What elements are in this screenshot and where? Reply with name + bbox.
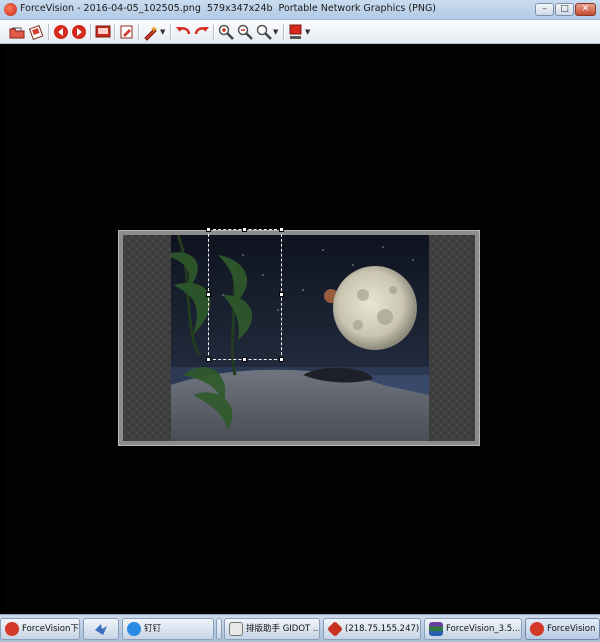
previous-icon[interactable] [52, 23, 70, 41]
toolbar-separator [170, 24, 172, 40]
title-bar: ForceVision - 2016-04-05_102505.png 579x… [0, 0, 600, 20]
selection-handle[interactable] [206, 357, 211, 362]
remote-icon [327, 621, 343, 637]
taskbar: ForceVision下载... 钉钉 排版助手 GIDOT ... (218.… [0, 614, 600, 642]
maximize-button[interactable]: □ [555, 3, 574, 16]
edit-icon[interactable] [118, 23, 136, 41]
zoom-options-icon[interactable] [255, 23, 273, 41]
undo-icon[interactable] [174, 23, 192, 41]
taskbar-item-bird[interactable] [83, 618, 119, 640]
layout-assistant-icon [229, 622, 243, 636]
selection-handle[interactable] [242, 227, 247, 232]
toolbar-separator [48, 24, 50, 40]
forcevision-icon [530, 622, 544, 636]
selection-handle[interactable] [279, 357, 284, 362]
selection-handle[interactable] [242, 357, 247, 362]
redo-icon[interactable] [193, 23, 211, 41]
toolbar-separator [213, 24, 215, 40]
forcevision-icon [5, 622, 19, 636]
archive-icon [429, 622, 443, 636]
effects-icon[interactable] [142, 23, 160, 41]
taskbar-item-layout-assistant[interactable]: 排版助手 GIDOT ... [224, 618, 320, 640]
selection-handle[interactable] [279, 292, 284, 297]
toolbar: ▼ ▼ ▼ [0, 20, 600, 44]
slideshow-icon[interactable] [94, 23, 112, 41]
open-folder-icon[interactable] [8, 23, 26, 41]
zoom-out-icon[interactable] [236, 23, 254, 41]
selection-handle[interactable] [206, 227, 211, 232]
toolbar-separator [138, 24, 140, 40]
taskbar-item-remote[interactable]: (218.75.155.247)... [323, 618, 421, 640]
close-button[interactable]: ✕ [575, 3, 596, 16]
taskbar-item-forcevision-download[interactable]: ForceVision下载... [0, 618, 80, 640]
toolbar-separator [283, 24, 285, 40]
taskbar-item-small[interactable] [216, 618, 222, 640]
taskbar-item-forcevision-archive[interactable]: ForceVision_3.5.... [424, 618, 522, 640]
selection-rectangle[interactable] [208, 229, 282, 360]
next-icon[interactable] [70, 23, 88, 41]
window-title: ForceVision - 2016-04-05_102505.png 579x… [20, 3, 437, 14]
color-icon[interactable] [287, 23, 305, 41]
taskbar-item-dingtalk[interactable]: 钉钉 [122, 618, 214, 640]
taskbar-item-forcevision[interactable]: ForceVision [525, 618, 600, 640]
app-icon [4, 3, 17, 16]
zoom-in-icon[interactable] [217, 23, 235, 41]
image-frame [118, 230, 480, 446]
toolbar-separator [90, 24, 92, 40]
selection-handle[interactable] [279, 227, 284, 232]
bird-icon [94, 622, 108, 636]
minimize-button[interactable]: – [535, 3, 554, 16]
image-preview[interactable] [123, 235, 475, 441]
selection-handle[interactable] [206, 292, 211, 297]
browse-icon[interactable] [28, 23, 46, 41]
dingtalk-icon [127, 622, 141, 636]
toolbar-separator [114, 24, 116, 40]
